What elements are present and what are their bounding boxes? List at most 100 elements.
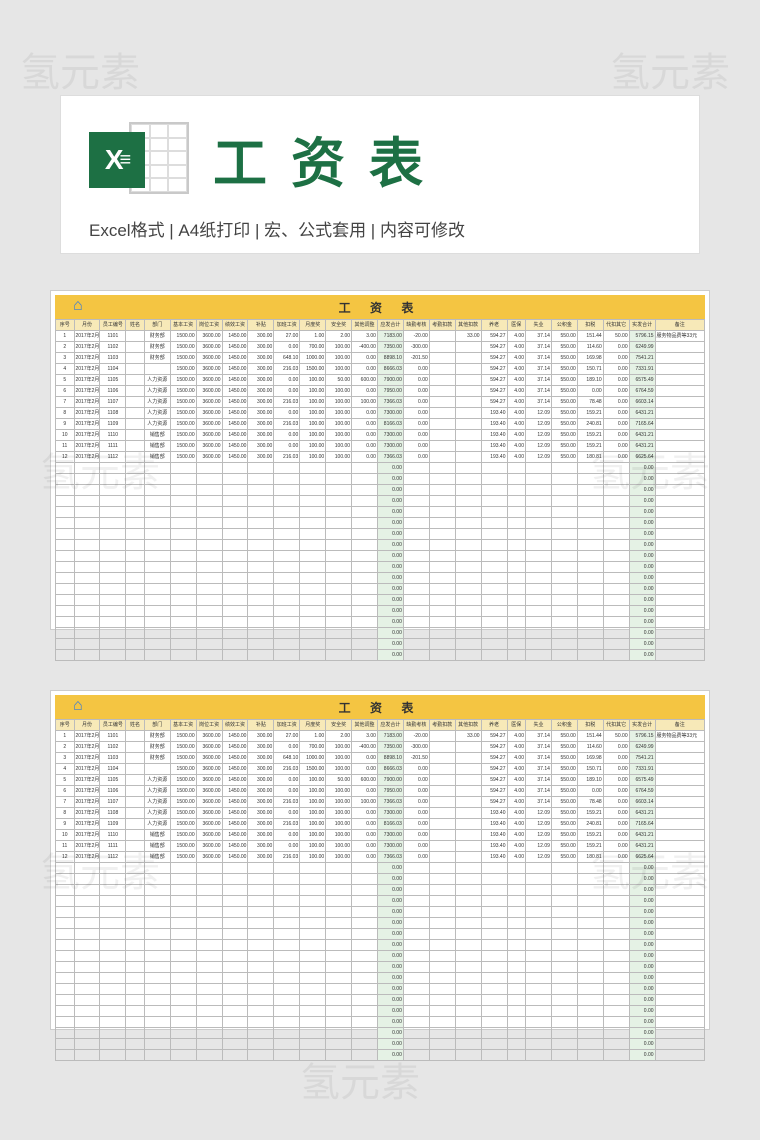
watermark: 氢元素: [20, 40, 140, 98]
table-cell: 150.71: [577, 764, 603, 775]
table-cell: 销售部: [144, 841, 170, 852]
table-cell: 0.00: [377, 474, 403, 485]
table-cell: 1500.00: [170, 419, 196, 430]
table-cell: [170, 1006, 196, 1017]
table-cell: [603, 463, 629, 474]
table-cell: [300, 463, 326, 474]
table-cell: [56, 1028, 75, 1039]
table-cell: 100.00: [300, 375, 326, 386]
table-cell: [352, 540, 378, 551]
table-cell: [577, 874, 603, 885]
table-cell: -20.00: [403, 731, 429, 742]
table-cell: 0.00: [377, 995, 403, 1006]
table-cell: 700.00: [300, 342, 326, 353]
table-cell: [403, 885, 429, 896]
table-cell: [455, 496, 481, 507]
table-cell: [74, 628, 100, 639]
table-cell: [74, 995, 100, 1006]
col-header: 代扣其它: [603, 320, 629, 331]
table-cell: 4.00: [507, 819, 526, 830]
table-cell: [655, 962, 704, 973]
table-cell: [126, 441, 145, 452]
table-cell: [507, 551, 526, 562]
table-cell: [352, 606, 378, 617]
table-cell: 0.00: [377, 485, 403, 496]
table-cell: [196, 984, 222, 995]
spreadsheet-preview-2: ⌂ 工 资 表 序号月份员工编号姓名部门基本工资岗位工资绩效工资补贴加班工资月度…: [50, 690, 710, 1030]
home-icon[interactable]: ⌂: [73, 697, 91, 715]
table-cell: [126, 995, 145, 1006]
table-cell: [274, 617, 300, 628]
table-cell: 4.00: [507, 386, 526, 397]
table-cell: [507, 962, 526, 973]
table-cell: 0.00: [603, 419, 629, 430]
table-cell: [507, 929, 526, 940]
table-row: 0.000.00: [56, 551, 705, 562]
table-cell: 5: [56, 375, 75, 386]
home-icon[interactable]: ⌂: [73, 297, 91, 315]
table-cell: [126, 874, 145, 885]
table-cell: [300, 650, 326, 661]
table-cell: 300.00: [248, 353, 274, 364]
table-cell: [300, 984, 326, 995]
table-cell: [222, 918, 248, 929]
table-cell: 550.00: [551, 452, 577, 463]
table-cell: [126, 896, 145, 907]
table-cell: [144, 639, 170, 650]
table-cell: 0.00: [274, 808, 300, 819]
table-cell: [300, 584, 326, 595]
table-cell: 300.00: [248, 342, 274, 353]
table-cell: [74, 874, 100, 885]
table-cell: 1101: [100, 731, 126, 742]
table-cell: [551, 485, 577, 496]
table-row: 0.000.00: [56, 1050, 705, 1061]
table-cell: 0.00: [377, 628, 403, 639]
table-cell: 300.00: [248, 331, 274, 342]
table-cell: [126, 764, 145, 775]
table-cell: [526, 896, 552, 907]
table-cell: [577, 463, 603, 474]
table-cell: [655, 742, 704, 753]
table-cell: [144, 595, 170, 606]
table-cell: [326, 595, 352, 606]
table-cell: 1109: [100, 819, 126, 830]
table-cell: [429, 885, 455, 896]
table-cell: [655, 650, 704, 661]
table-cell: 4.00: [507, 808, 526, 819]
table-cell: [326, 940, 352, 951]
table-cell: [100, 1017, 126, 1028]
table-cell: [455, 419, 481, 430]
table-cell: [248, 1006, 274, 1017]
table-cell: [481, 940, 507, 951]
table-cell: 550.00: [551, 797, 577, 808]
table-cell: 2017年2月: [74, 331, 100, 342]
table-cell: 0.00: [629, 874, 655, 885]
table-cell: [507, 650, 526, 661]
table-cell: [429, 441, 455, 452]
table-cell: 100.00: [326, 364, 352, 375]
table-cell: [403, 1006, 429, 1017]
table-cell: [100, 874, 126, 885]
table-cell: 1500.00: [170, 375, 196, 386]
table-cell: [100, 885, 126, 896]
table-cell: [481, 595, 507, 606]
table-cell: 2: [56, 342, 75, 353]
table-cell: [352, 1006, 378, 1017]
table-cell: [74, 896, 100, 907]
table-cell: [481, 929, 507, 940]
table-cell: 0.00: [629, 929, 655, 940]
table-cell: [326, 929, 352, 940]
table-cell: [100, 896, 126, 907]
table-row: 0.000.00: [56, 995, 705, 1006]
table-cell: 0.00: [603, 764, 629, 775]
table-cell: [526, 463, 552, 474]
table-cell: 0.00: [377, 885, 403, 896]
table-cell: [144, 485, 170, 496]
table-cell: 7541.21: [629, 753, 655, 764]
table-cell: [100, 929, 126, 940]
table-cell: 37.14: [526, 342, 552, 353]
table-cell: [144, 573, 170, 584]
table-cell: [222, 463, 248, 474]
table-cell: 0.00: [629, 518, 655, 529]
table-cell: [526, 863, 552, 874]
